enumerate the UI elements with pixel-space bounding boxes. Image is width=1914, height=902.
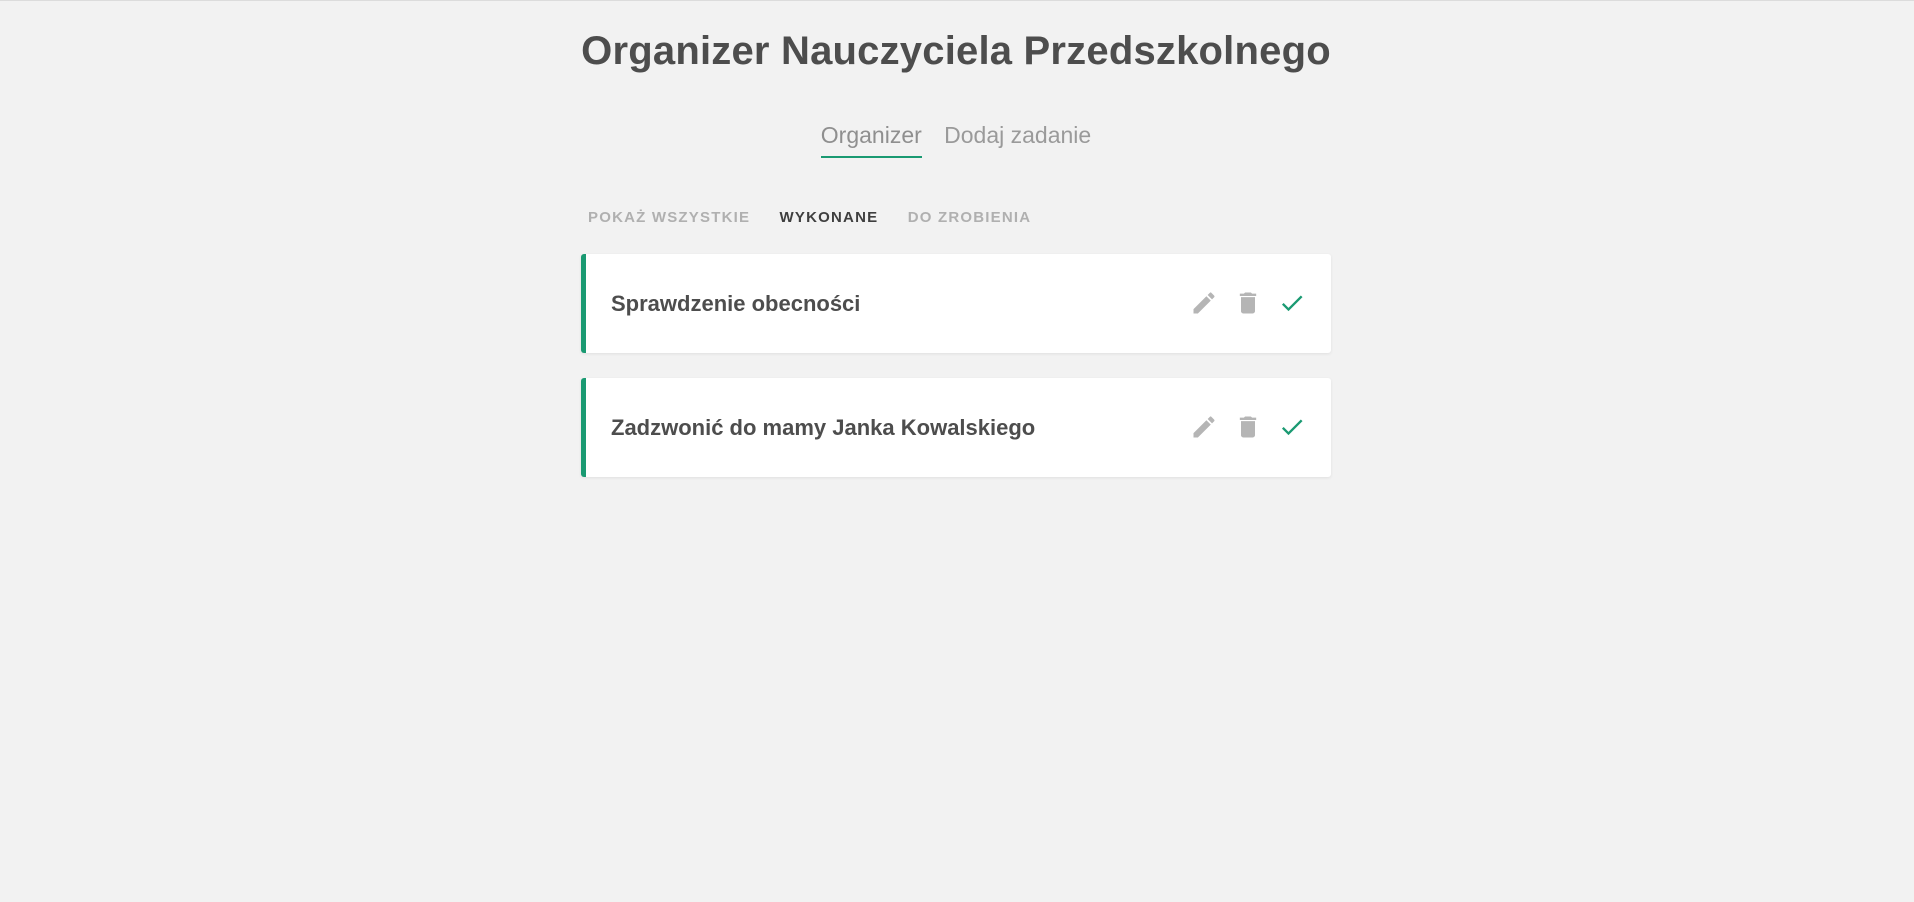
- trash-icon: [1239, 416, 1257, 438]
- task-card: Sprawdzenie obecności: [581, 254, 1331, 353]
- edit-button[interactable]: [1189, 288, 1219, 318]
- edit-button[interactable]: [1189, 412, 1219, 442]
- nav-add-task-link[interactable]: Dodaj zadanie: [944, 120, 1091, 158]
- pencil-icon: [1193, 416, 1215, 438]
- filter-show-all[interactable]: POKAŻ WSZYSTKIE: [588, 208, 750, 228]
- task-filters: POKAŻ WSZYSTKIE WYKONANE DO ZROBIENIA: [588, 208, 1055, 228]
- complete-button[interactable]: [1277, 412, 1307, 442]
- trash-icon: [1239, 292, 1257, 314]
- complete-button[interactable]: [1277, 288, 1307, 318]
- page-title: Organizer Nauczyciela Przedszkolnego: [581, 29, 1331, 73]
- pencil-icon: [1193, 292, 1215, 314]
- filter-completed[interactable]: WYKONANE: [780, 208, 879, 228]
- task-actions: [1189, 412, 1307, 442]
- check-icon: [1281, 419, 1303, 436]
- delete-button[interactable]: [1233, 288, 1263, 318]
- filter-todo[interactable]: DO ZROBIENIA: [908, 208, 1032, 228]
- nav-organizer-link[interactable]: Organizer: [820, 120, 922, 158]
- delete-button[interactable]: [1233, 412, 1263, 442]
- top-divider: [0, 0, 1914, 1]
- task-card: Zadzwonić do mamy Janka Kowalskiego: [581, 378, 1331, 477]
- check-icon: [1281, 295, 1303, 312]
- task-title: Sprawdzenie obecności: [611, 291, 861, 316]
- task-list: Sprawdzenie obecności Zadzwonić do mamy …: [581, 254, 1331, 502]
- main-nav: Organizer Dodaj zadanie: [581, 120, 1331, 158]
- task-actions: [1189, 288, 1307, 318]
- task-title: Zadzwonić do mamy Janka Kowalskiego: [611, 415, 1036, 440]
